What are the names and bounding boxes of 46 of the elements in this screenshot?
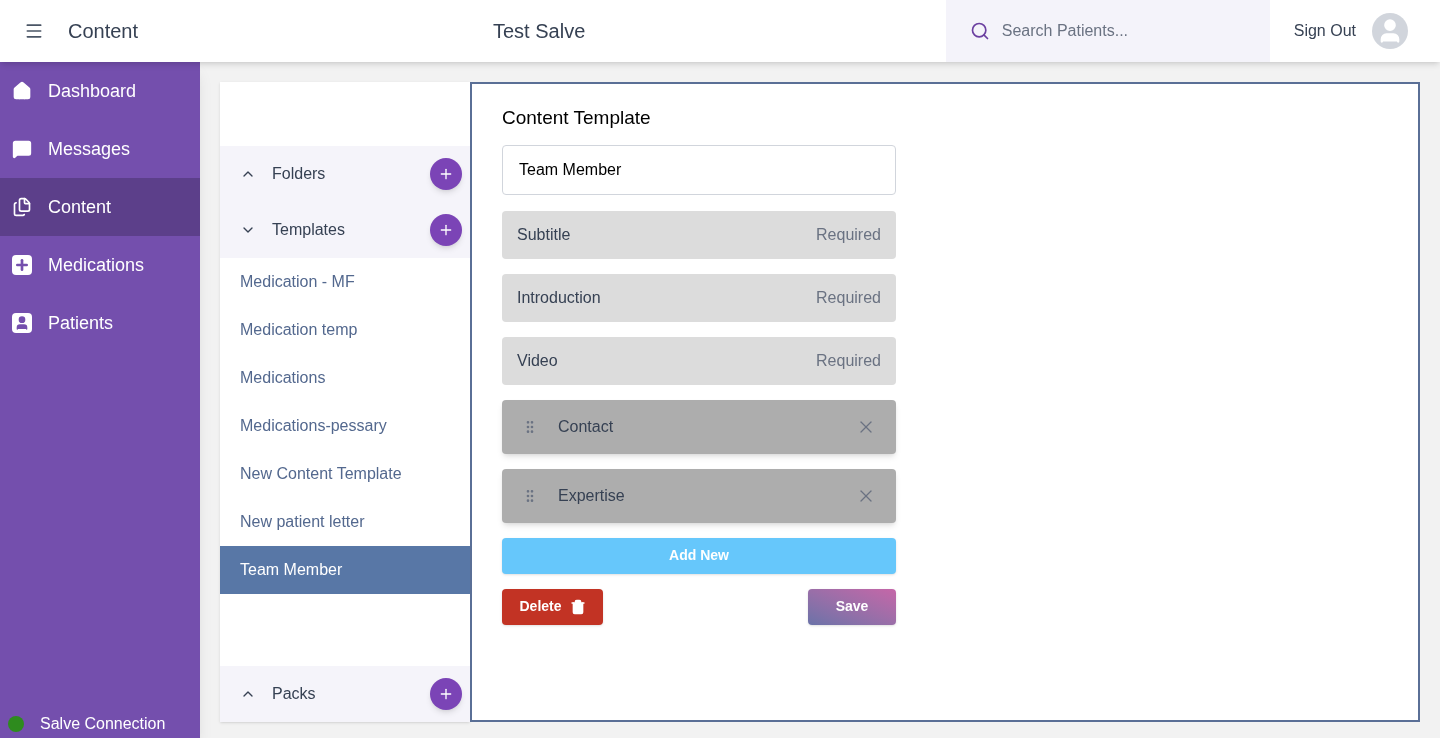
- template-item[interactable]: Medications-pessary: [220, 402, 470, 450]
- template-item[interactable]: New patient letter: [220, 498, 470, 546]
- nav-item[interactable]: Content: [0, 178, 200, 236]
- chat-icon: [12, 139, 32, 159]
- trash-icon: [569, 598, 586, 615]
- sign-out-button[interactable]: Sign Out: [1293, 19, 1356, 43]
- add-button[interactable]: [430, 158, 462, 190]
- search-field[interactable]: Search Patients...: [1001, 19, 1209, 43]
- contact-card-icon: [12, 313, 32, 333]
- nav-item[interactable]: Patients: [0, 294, 200, 352]
- section-header[interactable]: Folders: [220, 146, 470, 202]
- home-icon: [12, 81, 32, 101]
- save-button[interactable]: Save: [808, 588, 896, 625]
- section-header[interactable]: Packs: [220, 666, 470, 722]
- avatar-icon[interactable]: [1372, 13, 1408, 49]
- required-field-row: Video Required: [502, 336, 896, 385]
- template-item[interactable]: Medication temp: [220, 306, 470, 354]
- delete-button[interactable]: Delete: [502, 588, 603, 625]
- template-item[interactable]: New Content Template: [220, 450, 470, 498]
- editor-title: Content Template: [502, 106, 652, 130]
- name-field[interactable]: Team Member: [502, 144, 896, 195]
- template-item[interactable]: Team Member: [220, 546, 470, 594]
- documents-icon: [12, 197, 32, 217]
- plus-icon: [438, 166, 454, 182]
- plus-icon: [438, 222, 454, 238]
- section-header[interactable]: Templates: [220, 202, 470, 258]
- nav-item[interactable]: Medications: [0, 236, 200, 294]
- medical-cross-icon: [12, 255, 32, 275]
- section-title: Folders: [272, 164, 327, 184]
- search-icon: [969, 21, 990, 41]
- app-name: Test Salve: [493, 19, 587, 44]
- custom-field-row[interactable]: Contact: [502, 399, 896, 454]
- page-title: Content: [68, 19, 140, 44]
- connection-label: Salve Connection: [40, 714, 166, 734]
- section-title: Templates: [272, 220, 346, 240]
- custom-field-row[interactable]: Expertise: [502, 468, 896, 523]
- template-item[interactable]: Medications: [220, 354, 470, 402]
- nav-item[interactable]: Dashboard: [0, 62, 200, 120]
- required-field-row: Subtitle Required: [502, 210, 896, 259]
- nav-item[interactable]: Messages: [0, 120, 200, 178]
- section-title: Packs: [272, 684, 317, 704]
- required-field-row: Introduction Required: [502, 273, 896, 322]
- template-item[interactable]: Medication - MF: [220, 258, 470, 306]
- plus-icon: [438, 686, 454, 702]
- add-button[interactable]: [430, 214, 462, 246]
- add-button[interactable]: [430, 678, 462, 710]
